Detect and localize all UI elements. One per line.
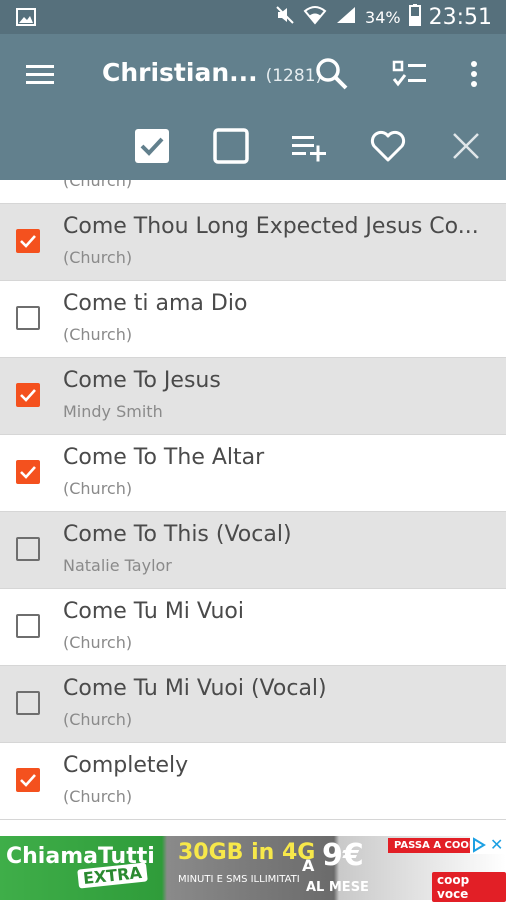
ad-cta[interactable]: PASSA A COOP [388, 838, 483, 853]
row-checkbox[interactable] [16, 460, 40, 484]
list-item[interactable]: Come To The Altar (Church) [0, 435, 506, 512]
checkbox-checked-icon [135, 129, 169, 163]
check-icon [20, 235, 36, 248]
mute-icon [275, 5, 295, 30]
ad-price: 9€ [322, 838, 364, 873]
signal-icon [335, 5, 357, 30]
status-bar: 34% 23:51 [0, 0, 506, 34]
check-icon [20, 466, 36, 479]
gallery-notification-icon [16, 8, 36, 30]
row-checkbox[interactable] [16, 383, 40, 407]
ad-price-prefix: A [302, 856, 315, 875]
list-item-partial[interactable]: (Church) [0, 180, 506, 204]
song-title: Come Tu Mi Vuoi [63, 599, 244, 624]
page-title: Christian... [102, 58, 258, 87]
favorite-button[interactable] [366, 124, 410, 168]
row-checkbox[interactable] [16, 306, 40, 330]
wifi-icon [303, 5, 327, 30]
adchoices-triangle-icon [473, 837, 486, 853]
song-title: Come Thou Long Expected Jesus Co... [63, 214, 479, 239]
song-artist: (Church) [63, 633, 133, 652]
song-title: Come To This (Vocal) [63, 522, 292, 547]
heart-outline-icon [370, 130, 406, 162]
list-item[interactable]: Come To Jesus Mindy Smith [0, 358, 506, 435]
song-artist: (Church) [63, 479, 133, 498]
deselect-all-button[interactable] [209, 124, 253, 168]
song-artist: Natalie Taylor [63, 556, 172, 575]
list-item[interactable]: Come Tu Mi Vuoi (Vocal) (Church) [0, 666, 506, 743]
ad-close-icon[interactable]: ✕ [490, 836, 503, 854]
song-artist: (Church) [63, 787, 133, 806]
search-button[interactable] [310, 52, 354, 96]
search-icon [316, 58, 348, 90]
status-icons: 34% 23:51 [275, 3, 492, 31]
playlist-add-icon [292, 136, 326, 162]
list-item[interactable]: Completely (Church) [0, 743, 506, 820]
ad-banner[interactable]: ChiamaTutti EXTRA 30GB in 4G MINUTI E SM… [0, 822, 506, 902]
hamburger-icon [26, 65, 54, 84]
ad-minutes: MINUTI E SMS ILLIMITATI [178, 874, 300, 885]
close-selection-button[interactable] [444, 124, 488, 168]
row-checkbox[interactable] [16, 229, 40, 253]
select-all-button[interactable] [130, 124, 174, 168]
clock: 23:51 [428, 4, 492, 30]
title-group: Christian... (1281) [102, 58, 322, 87]
ad-per-month: AL MESE [306, 880, 369, 895]
song-artist: (Church) [63, 248, 133, 267]
check-icon [20, 389, 36, 402]
ad-logo: coop voce [432, 872, 506, 902]
row-checkbox[interactable] [16, 691, 40, 715]
add-to-playlist-button[interactable] [288, 124, 332, 168]
app-bar: Christian... (1281) [0, 34, 506, 180]
row-checkbox[interactable] [16, 614, 40, 638]
list-item[interactable]: Come Thou Long Expected Jesus Co... (Chu… [0, 204, 506, 281]
close-icon [453, 133, 479, 159]
list-item[interactable]: Come Tu Mi Vuoi (Church) [0, 589, 506, 666]
song-list: (Church) Come Thou Long Expected Jesus C… [0, 180, 506, 822]
checklist-icon [392, 60, 426, 87]
checkbox-empty-icon [213, 128, 249, 164]
song-artist: (Church) [63, 325, 133, 344]
song-title: Completely [63, 753, 189, 778]
song-title: Come To Jesus [63, 368, 221, 393]
song-title: Come To The Altar [63, 445, 265, 470]
row-checkbox[interactable] [16, 768, 40, 792]
check-icon [20, 774, 36, 787]
checklist-button[interactable] [388, 52, 432, 96]
list-item[interactable]: Come To This (Vocal) Natalie Taylor [0, 512, 506, 589]
battery-percent: 34% [365, 7, 401, 27]
battery-icon [408, 3, 421, 31]
ad-data-offer: 30GB in 4G [178, 840, 316, 865]
song-title: Come ti ama Dio [63, 291, 248, 316]
song-artist: Mindy Smith [63, 402, 163, 421]
list-item[interactable]: Come ti ama Dio (Church) [0, 281, 506, 358]
song-artist: (Church) [63, 180, 133, 190]
row-checkbox[interactable] [16, 537, 40, 561]
menu-button[interactable] [22, 56, 58, 92]
song-title: Come Tu Mi Vuoi (Vocal) [63, 676, 327, 701]
overflow-menu-button[interactable] [454, 52, 494, 96]
song-artist: (Church) [63, 710, 133, 729]
more-vert-icon [471, 61, 477, 87]
